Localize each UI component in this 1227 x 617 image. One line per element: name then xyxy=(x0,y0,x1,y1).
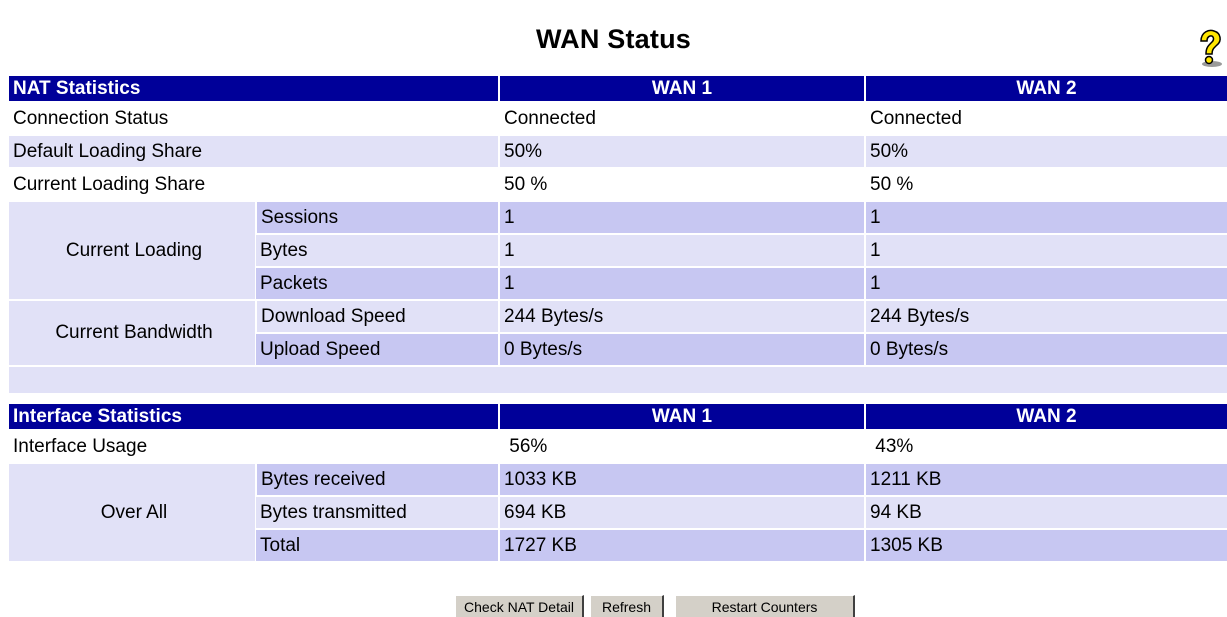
row-label: Download Speed xyxy=(255,299,499,333)
row-label: Current Loading Share xyxy=(9,167,499,201)
download-speed-row: Current Bandwidth Download Speed 244 Byt… xyxy=(9,299,1227,366)
wan2-value: 0 Bytes/s xyxy=(864,332,1227,366)
nat-statistics-heading: NAT Statistics xyxy=(9,74,499,102)
wan1-value: 1 xyxy=(498,266,865,300)
wan2-value: 50% xyxy=(864,134,1227,168)
wan-status-page: WAN Status NAT Statistics WAN 1 WAN 2 Co… xyxy=(0,0,1227,617)
wan1-column-header: WAN 1 xyxy=(498,402,865,430)
row-label: Upload Speed xyxy=(256,332,499,366)
wan2-column-header: WAN 2 xyxy=(864,402,1227,430)
row-label: Interface Usage xyxy=(9,429,499,463)
nat-header-row: NAT Statistics WAN 1 WAN 2 xyxy=(9,74,1227,102)
wan2-value: 1 xyxy=(864,266,1227,300)
check-nat-detail-button[interactable]: Check NAT Detail xyxy=(455,595,584,617)
wan1-value: 56% xyxy=(498,429,865,463)
row-label: Sessions xyxy=(255,200,499,234)
row-label: Bytes xyxy=(256,233,499,267)
wan2-value: 50 % xyxy=(864,167,1227,201)
wan2-value: 1211 KB xyxy=(864,462,1227,496)
wan1-value: 694 KB xyxy=(498,495,865,529)
wan2-value: 244 Bytes/s xyxy=(864,299,1227,333)
interface-usage-row: Interface Usage 56% 43% xyxy=(9,429,1227,463)
section-spacer-row xyxy=(9,365,1227,393)
page-title: WAN Status xyxy=(535,24,691,54)
sessions-row: Current Loading Sessions 1 1 xyxy=(9,200,1227,300)
interface-header-row: Interface Statistics WAN 1 WAN 2 xyxy=(9,402,1227,430)
row-label: Bytes received xyxy=(255,462,499,496)
row-label: Connection Status xyxy=(9,101,499,135)
default-loading-share-row: Default Loading Share 50% 50% xyxy=(9,134,1227,168)
wan2-value: 43% xyxy=(864,429,1227,463)
current-bandwidth-group-label: Current Bandwidth xyxy=(9,299,256,366)
wan2-value: 1 xyxy=(864,200,1227,234)
wan2-value: 1305 KB xyxy=(864,528,1227,561)
wan1-column-header: WAN 1 xyxy=(498,74,865,102)
wan1-value: 50% xyxy=(498,134,865,168)
wan1-value: 0 Bytes/s xyxy=(498,332,865,366)
row-label: Total xyxy=(256,528,499,561)
wan2-column-header: WAN 2 xyxy=(864,74,1227,102)
wan2-value: Connected xyxy=(864,101,1227,135)
wan1-value: 1 xyxy=(498,233,865,267)
refresh-button[interactable]: Refresh xyxy=(590,595,664,617)
wan1-value: 244 Bytes/s xyxy=(498,299,865,333)
wan2-value: 94 KB xyxy=(864,495,1227,529)
spacer-cell xyxy=(9,365,1227,393)
row-label: Packets xyxy=(256,266,499,300)
bytes-received-row: Over All Bytes received 1033 KB 1211 KB xyxy=(9,462,1227,561)
nat-statistics-table: NAT Statistics WAN 1 WAN 2 Connection St… xyxy=(9,74,1227,393)
interface-statistics-heading: Interface Statistics xyxy=(9,402,499,430)
wan1-value: 1 xyxy=(498,200,865,234)
row-label: Bytes transmitted xyxy=(256,495,499,529)
connection-status-row: Connection Status Connected Connected xyxy=(9,101,1227,135)
row-label: Default Loading Share xyxy=(9,134,499,168)
wan1-value: 1727 KB xyxy=(498,528,865,561)
wan1-value: 50 % xyxy=(498,167,865,201)
restart-counters-button[interactable]: Restart Counters xyxy=(675,595,855,617)
current-loading-group-label: Current Loading xyxy=(9,200,256,300)
help-question-icon[interactable] xyxy=(1193,27,1227,69)
interface-statistics-table: Interface Statistics WAN 1 WAN 2 Interfa… xyxy=(9,402,1227,561)
wan1-value: 1033 KB xyxy=(498,462,865,496)
over-all-group-label: Over All xyxy=(9,462,256,561)
current-loading-share-row: Current Loading Share 50 % 50 % xyxy=(9,167,1227,201)
wan1-value: Connected xyxy=(498,101,865,135)
wan2-value: 1 xyxy=(864,233,1227,267)
